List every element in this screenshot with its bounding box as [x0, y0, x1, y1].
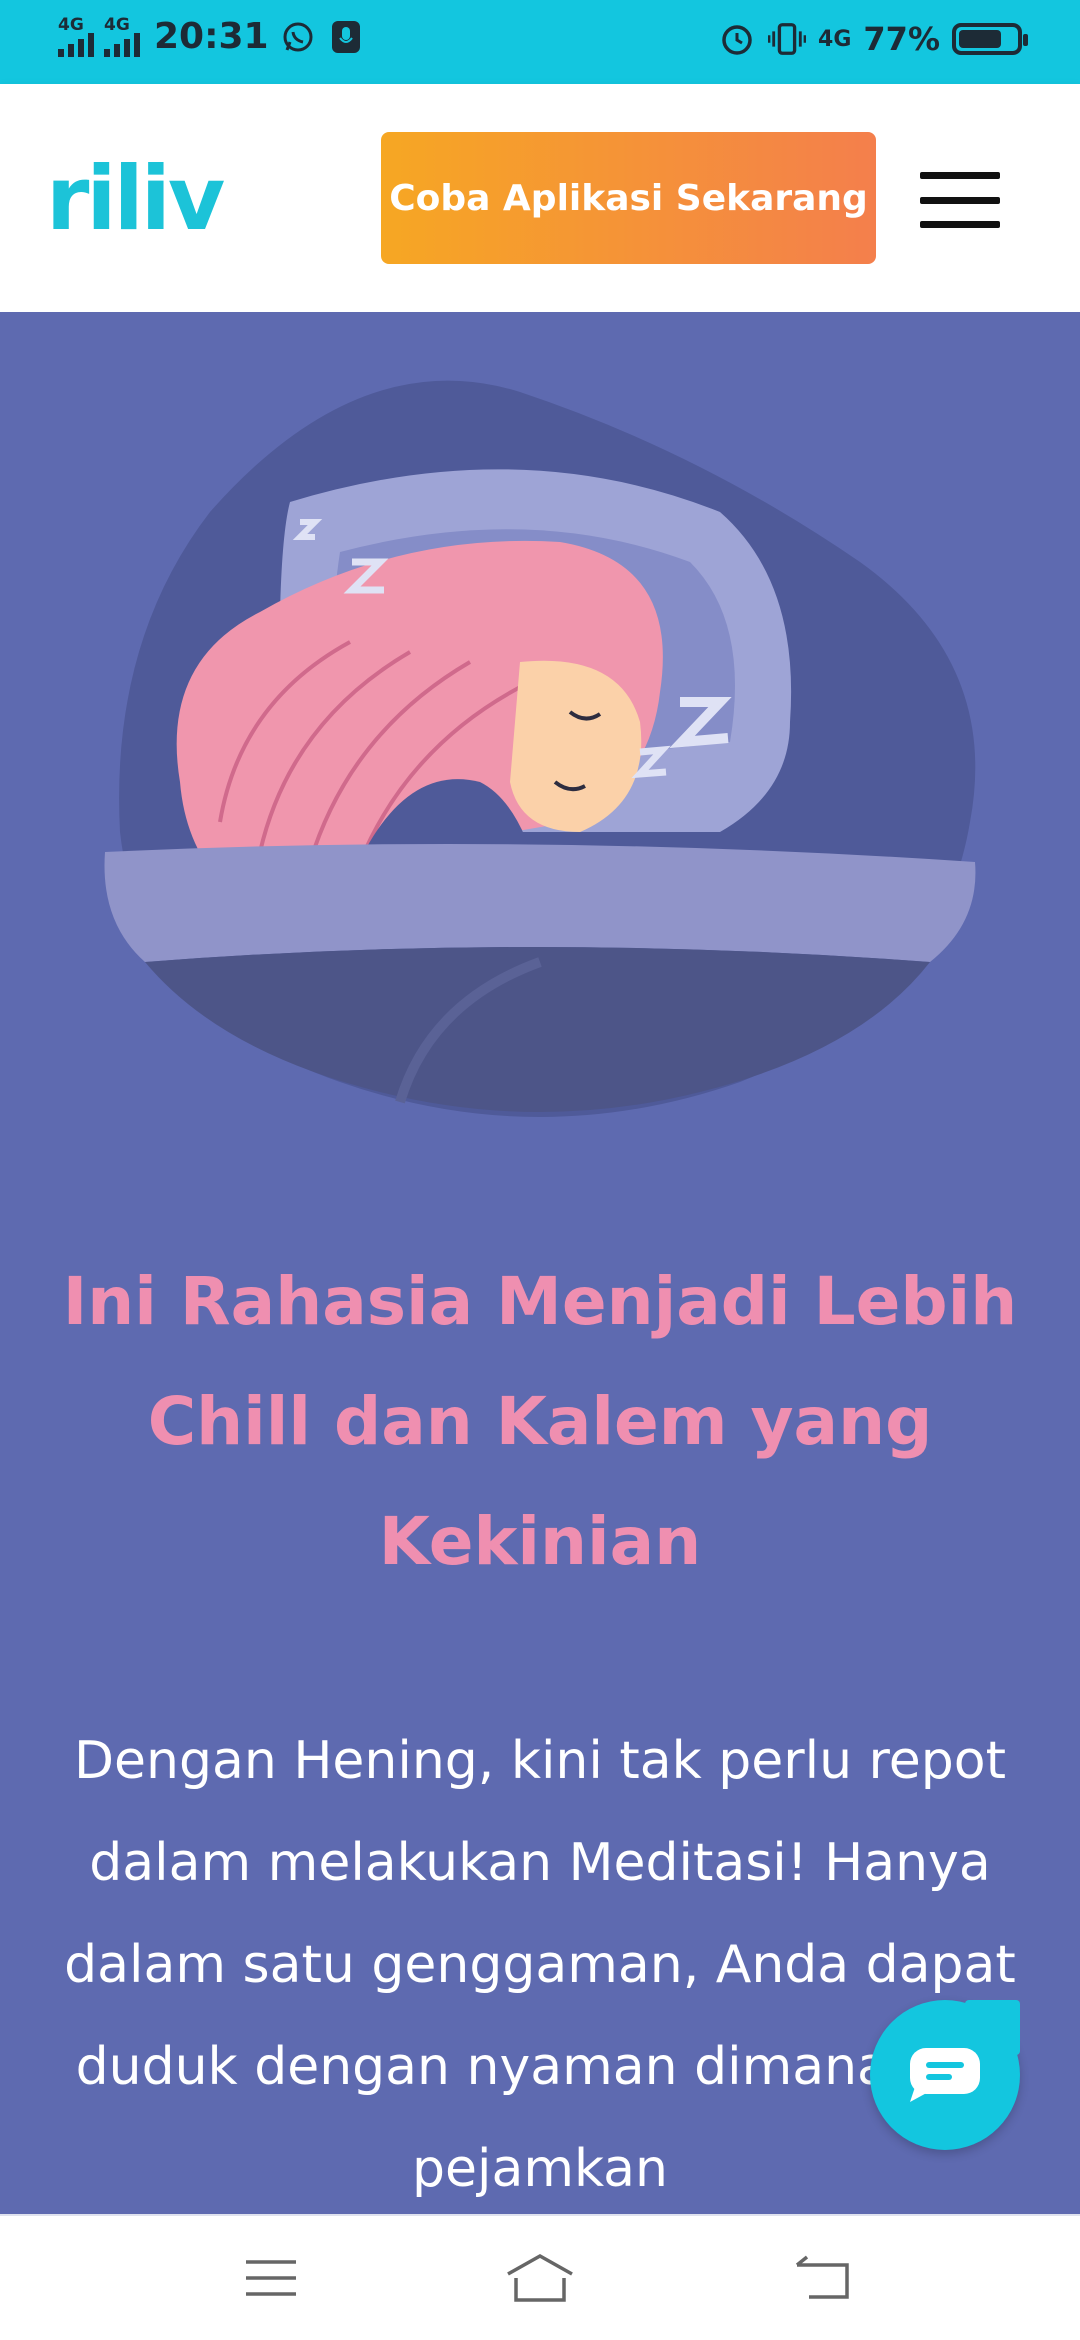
chat-button[interactable] [870, 2000, 1020, 2150]
riliv-logo[interactable]: riliv [46, 154, 225, 244]
battery-fill [959, 30, 1001, 48]
site-header: riliv Coba Aplikasi Sekarang [0, 84, 1080, 312]
signal-2: 4G [104, 14, 140, 57]
sleeping-woman-illustration [104, 380, 976, 1117]
hero-description: Dengan Hening, kini tak perlu repot dala… [64, 1731, 1016, 2199]
signal-bars-icon [58, 32, 94, 57]
signal-bars-icon [104, 32, 140, 57]
data-network-label: 4G [818, 26, 852, 52]
status-bar-right: 4G 77% [718, 20, 1028, 58]
network-type-label: 4G [58, 14, 84, 35]
status-bar: 4G 4G 20:31 4G 77% [0, 0, 1080, 84]
battery-percent: 77% [863, 20, 940, 58]
recorder-icon [327, 18, 365, 56]
clock: 20:31 [154, 16, 269, 57]
battery-icon [952, 23, 1028, 55]
alarm-icon [718, 20, 756, 58]
system-navigation-bar [0, 2214, 1080, 2340]
try-app-button[interactable]: Coba Aplikasi Sekarang [381, 132, 876, 264]
menu-icon[interactable] [231, 2246, 311, 2310]
vibrate-icon [768, 20, 807, 58]
hero-section: Ini Rahasia Menjadi Lebih Chill dan Kale… [0, 312, 1080, 2214]
hamburger-menu-icon[interactable] [920, 172, 1000, 228]
chat-bubble-icon [910, 2048, 980, 2102]
whatsapp-icon [279, 18, 317, 56]
network-type-label: 4G [104, 14, 130, 35]
status-bar-left: 4G 4G 20:31 [58, 16, 365, 57]
home-icon[interactable] [500, 2246, 580, 2310]
signal-1: 4G [58, 14, 94, 57]
back-icon[interactable] [783, 2246, 863, 2310]
hero-title: Ini Rahasia Menjadi Lebih Chill dan Kale… [62, 1263, 1018, 1580]
